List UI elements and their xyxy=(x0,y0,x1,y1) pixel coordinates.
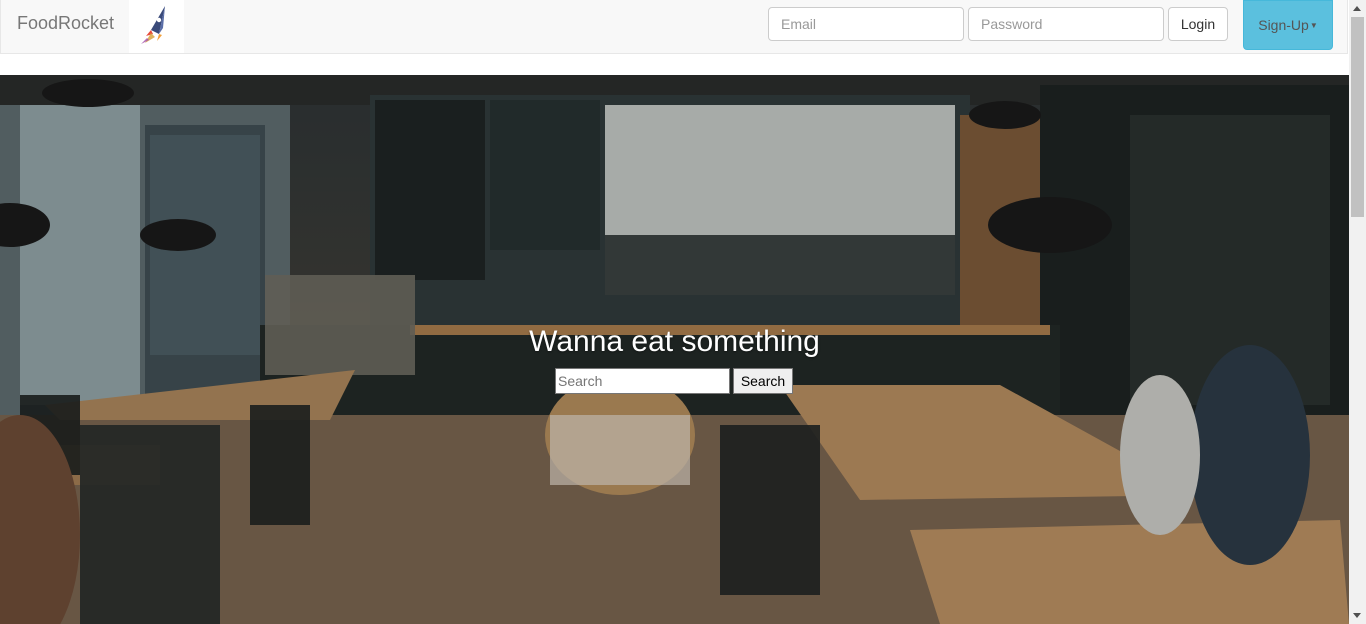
rocket-icon xyxy=(141,6,165,44)
hero-title: Wanna eat something xyxy=(529,325,820,358)
brand-link[interactable]: FoodRocket xyxy=(17,13,114,34)
signup-dropdown-button[interactable]: Sign-Up ▼ xyxy=(1243,0,1333,50)
caret-down-icon: ▼ xyxy=(1309,20,1318,30)
top-navbar: FoodRocket Login Sign-Up▼ xyxy=(0,0,1348,54)
logo[interactable] xyxy=(129,0,184,53)
email-field[interactable] xyxy=(768,7,964,41)
scroll-up-icon[interactable] xyxy=(1353,6,1361,11)
scroll-thumb[interactable] xyxy=(1351,17,1364,217)
vertical-scrollbar[interactable] xyxy=(1349,0,1366,624)
search-input[interactable] xyxy=(555,368,730,394)
login-button[interactable]: Login xyxy=(1168,7,1228,41)
hero-banner: Wanna eat something Search xyxy=(0,75,1349,624)
search-button[interactable]: Search xyxy=(733,368,793,394)
password-field[interactable] xyxy=(968,7,1164,41)
scroll-down-icon[interactable] xyxy=(1353,613,1361,618)
signup-label: Sign-Up xyxy=(1258,17,1309,33)
